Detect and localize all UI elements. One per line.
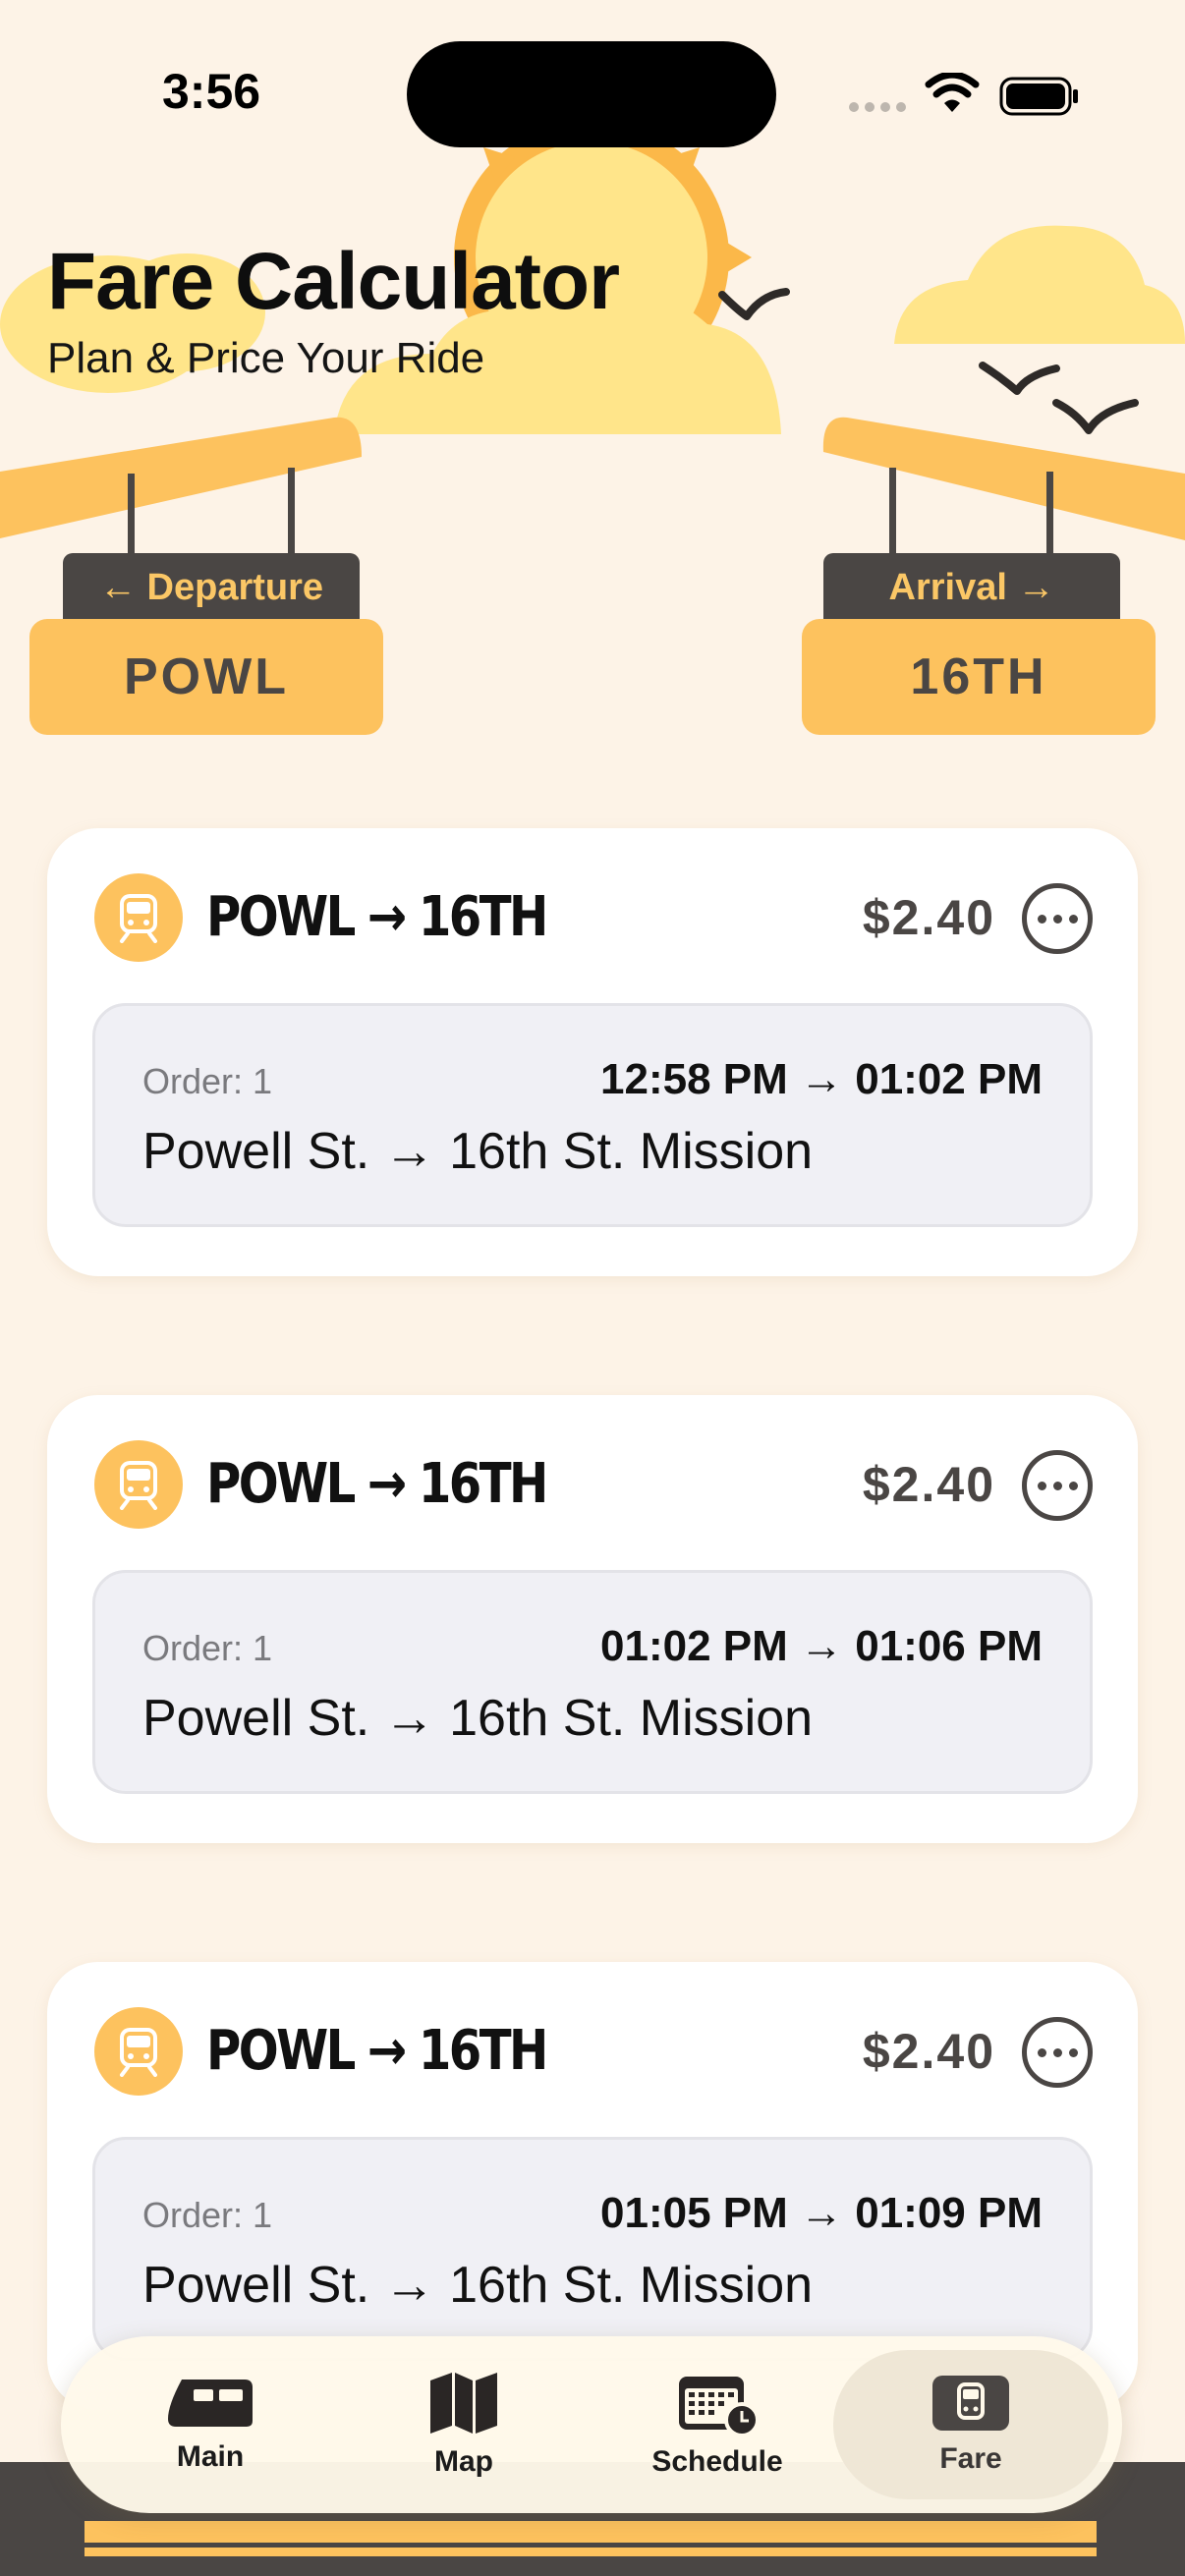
tab-map[interactable]: Map — [336, 2336, 592, 2513]
tab-bar: Main Map Schedule Fare — [61, 2336, 1122, 2513]
page-title: Fare Calculator — [47, 237, 620, 326]
page-subtitle: Plan & Price Your Ride — [47, 334, 485, 382]
trip-time: 01:02 PM → 01:06 PM — [600, 1622, 1043, 1670]
trip-stations: Powell St. → 16th St. Mission — [142, 1690, 814, 1747]
wifi-icon — [925, 73, 980, 112]
departure-label: ← Departure — [63, 553, 360, 622]
fare-price: $2.40 — [862, 890, 995, 945]
trip-order: Order: 1 — [142, 1061, 273, 1101]
fare-price: $2.40 — [862, 2024, 995, 2079]
trip-time: 12:58 PM → 01:02 PM — [600, 1055, 1043, 1103]
fare-price: $2.40 — [862, 1457, 995, 1512]
trip-details: Order: 1 01:02 PM → 01:06 PM Powell St. … — [92, 1570, 1093, 1794]
tab-fare[interactable]: Fare — [833, 2336, 1108, 2513]
trip-details: Order: 1 12:58 PM → 01:02 PM Powell St. … — [92, 1003, 1093, 1227]
trip-details: Order: 1 01:05 PM → 01:09 PM Powell St. … — [92, 2137, 1093, 2361]
tram-icon — [94, 873, 183, 962]
arrival-station-button[interactable]: 16TH — [802, 619, 1156, 735]
battery-icon — [999, 77, 1078, 116]
status-time: 3:56 — [162, 64, 261, 119]
tab-schedule-label: Schedule — [651, 2445, 783, 2478]
fare-card[interactable]: POWL → 16TH $2.40 Order: 1 12:58 PM → 01… — [47, 828, 1138, 1276]
tab-main[interactable]: Main — [83, 2336, 338, 2513]
tab-schedule[interactable]: Schedule — [590, 2336, 845, 2513]
fare-card[interactable]: POWL → 16TH $2.40 Order: 1 01:02 PM → 01… — [47, 1395, 1138, 1843]
route-label: POWL → 16TH — [206, 1452, 548, 1516]
trip-order: Order: 1 — [142, 1628, 273, 1668]
tram-icon — [94, 1440, 183, 1529]
arrival-label: Arrival → — [823, 553, 1120, 622]
calendar-clock-icon — [679, 2377, 760, 2436]
tab-map-label: Map — [434, 2445, 493, 2478]
departure-station-button[interactable]: POWL — [29, 619, 383, 735]
arrival-awning — [822, 417, 1185, 557]
map-icon — [430, 2373, 497, 2434]
train-icon — [168, 2380, 253, 2427]
tram-icon — [94, 2007, 183, 2096]
dynamic-island — [407, 41, 776, 147]
route-label: POWL → 16TH — [206, 2019, 548, 2083]
trip-stations: Powell St. → 16th St. Mission — [142, 2257, 814, 2314]
tab-main-label: Main — [176, 2440, 245, 2473]
more-options-icon[interactable] — [1022, 883, 1093, 954]
trip-time: 01:05 PM → 01:09 PM — [600, 2189, 1043, 2237]
tram-icon — [932, 2376, 1009, 2431]
trip-order: Order: 1 — [142, 2195, 273, 2235]
departure-awning — [0, 417, 362, 557]
more-options-icon[interactable] — [1022, 1450, 1093, 1521]
cloud-right — [894, 225, 1185, 344]
trip-stations: Powell St. → 16th St. Mission — [142, 1123, 814, 1180]
more-options-icon[interactable] — [1022, 2017, 1093, 2088]
tab-fare-label: Fare — [939, 2442, 1002, 2475]
route-label: POWL → 16TH — [206, 885, 548, 949]
cellular-signal-icon — [849, 102, 906, 112]
